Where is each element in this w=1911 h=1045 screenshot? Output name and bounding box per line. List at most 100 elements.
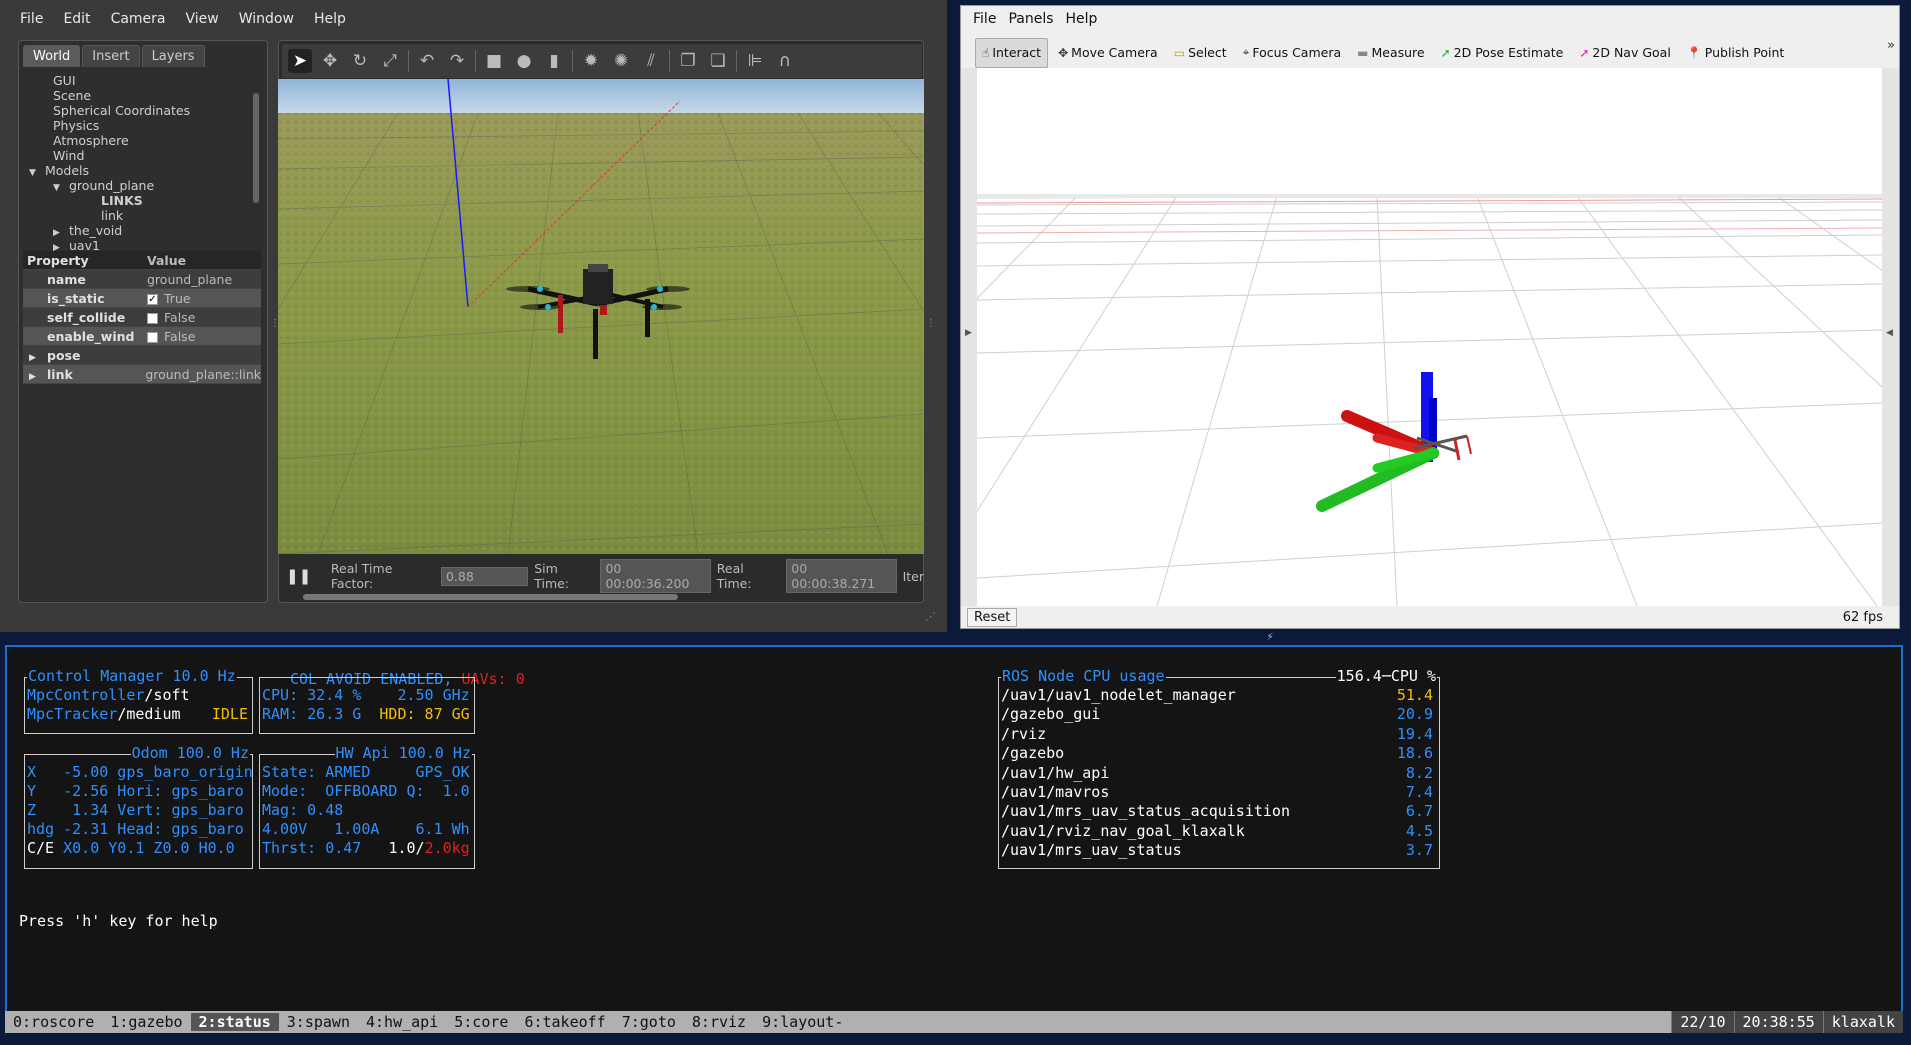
directional-light-icon[interactable]: ⫽ [639, 49, 663, 73]
rotate-icon[interactable]: ↻ [348, 49, 372, 73]
rviz-menu-help[interactable]: Help [1060, 11, 1104, 27]
reset-button[interactable]: Reset [967, 607, 1018, 627]
align-icon[interactable]: ⊫ [743, 49, 767, 73]
paste-icon[interactable]: ❏ [706, 49, 730, 73]
tmux-window[interactable]: 8:rviz [684, 1013, 754, 1031]
box-shape-icon[interactable]: ■ [482, 49, 506, 73]
ros-node-name: /rviz [1001, 724, 1047, 743]
menu-edit[interactable]: Edit [53, 11, 100, 27]
fps-label: 62 fps [1842, 609, 1883, 625]
tab-layers[interactable]: Layers [141, 45, 205, 67]
tool-label: Interact [992, 45, 1042, 60]
right-dock-collapse[interactable]: ◀ [1882, 68, 1899, 606]
tree-item[interactable]: GUI [29, 73, 261, 88]
select-arrow-icon[interactable]: ➤ [288, 49, 312, 73]
resize-grip-icon[interactable]: ⋰ [925, 610, 936, 623]
checkbox[interactable] [147, 312, 158, 324]
status-terminal[interactable]: ToF: 2:30 uav1 x500 COL AVOID ENABLED, U… [5, 645, 1903, 1033]
tmux-window[interactable]: 7:goto [614, 1013, 684, 1031]
gazebo-3d-scene[interactable] [278, 79, 924, 554]
tmux-window[interactable]: 9:layout- [754, 1013, 851, 1031]
menu-help[interactable]: Help [304, 11, 356, 27]
tree-item[interactable]: ▶ the_void [29, 223, 261, 238]
property-value: True [164, 290, 191, 306]
tmux-window[interactable]: 0:roscore [5, 1013, 102, 1031]
rviz-3d-view[interactable] [977, 68, 1882, 606]
tool-measure[interactable]: ▬ Measure [1351, 38, 1430, 68]
tree-item-label: LINKS [101, 193, 143, 208]
tmux-window[interactable]: 2:status [190, 1013, 279, 1031]
sphere-shape-icon[interactable]: ● [512, 49, 536, 73]
property-row[interactable]: self_collide False [23, 308, 261, 327]
tree-item[interactable]: Spherical Coordinates [29, 103, 261, 118]
spot-light-icon[interactable]: ✺ [609, 49, 633, 73]
tree-item[interactable]: ▼ ground_plane [29, 178, 261, 193]
redo-icon[interactable]: ↷ [445, 49, 469, 73]
tab-world[interactable]: World [23, 45, 81, 67]
tree-item[interactable]: Scene [29, 88, 261, 103]
tree-item[interactable]: ▼ Models [29, 163, 261, 178]
point-light-icon[interactable]: ✹ [579, 49, 603, 73]
pause-icon[interactable]: ❚❚ [286, 567, 311, 585]
property-row[interactable]: name ground_plane [23, 270, 261, 289]
ros-node-name: /uav1/mavros [1001, 783, 1110, 801]
rviz-window: File Panels Help ☝ Interact ✥ Move Camera ▭ Sel… [960, 5, 1900, 629]
menu-window[interactable]: Window [229, 11, 304, 27]
tree-item[interactable]: Physics [29, 118, 261, 133]
checkbox[interactable]: ✓ [147, 293, 158, 305]
tree-scrollbar[interactable] [253, 93, 259, 203]
tool-focus-camera[interactable]: ⌖ Focus Camera [1237, 38, 1348, 68]
sim-time-label: Sim Time: [534, 561, 570, 591]
tree-item[interactable]: Atmosphere [29, 133, 261, 148]
tree-item[interactable]: link [29, 208, 261, 223]
tab-insert[interactable]: Insert [82, 45, 140, 67]
rviz-menu-panels[interactable]: Panels [1002, 11, 1059, 27]
tree-item[interactable]: Wind [29, 148, 261, 163]
expanded-arrow-icon[interactable]: ▼ [53, 181, 69, 196]
tool-2d-pose-estimate[interactable]: ➚ 2D Pose Estimate [1435, 38, 1570, 68]
splitter-handle[interactable]: ⋮ [926, 318, 936, 329]
horizontal-scrollbar[interactable] [303, 594, 678, 600]
expanded-arrow-icon[interactable]: ▼ [29, 166, 45, 181]
undo-icon[interactable]: ↶ [415, 49, 439, 73]
menu-camera[interactable]: Camera [101, 11, 176, 27]
rviz-menu-file[interactable]: File [967, 11, 1002, 27]
tool-2d-nav-goal[interactable]: ➚ 2D Nav Goal [1573, 38, 1676, 68]
translate-icon[interactable]: ✥ [318, 49, 342, 73]
property-row[interactable]: ▶ link ground_plane::link [23, 365, 261, 384]
controller-gain: /soft [144, 686, 190, 704]
tmux-window[interactable]: 3:spawn [279, 1013, 358, 1031]
tool-select[interactable]: ▭ Select [1168, 38, 1233, 68]
tmux-window[interactable]: 6:takeoff [516, 1013, 613, 1031]
copy-icon[interactable]: ❐ [676, 49, 700, 73]
ros-node-name: /uav1/mrs_uav_status_acquisition [1001, 802, 1290, 821]
collapsed-arrow-icon[interactable]: ▶ [29, 372, 47, 382]
cylinder-shape-icon[interactable]: ▮ [542, 49, 566, 73]
snap-magnet-icon[interactable]: ∩ [773, 49, 797, 73]
menu-view[interactable]: View [176, 11, 229, 27]
property-row[interactable]: ▶ pose [23, 346, 261, 365]
collapsed-arrow-icon[interactable]: ▶ [29, 353, 47, 363]
tree-item-label: Wind [53, 148, 85, 163]
tool-interact[interactable]: ☝ Interact [975, 37, 1049, 68]
splitter-handle-left[interactable]: ⋮ [270, 318, 280, 329]
tool-publish-point[interactable]: 📍 Publish Point [1681, 38, 1791, 68]
tool-move-camera[interactable]: ✥ Move Camera [1052, 38, 1164, 68]
property-header-key: Property [27, 252, 89, 268]
left-dock-collapse[interactable]: ▶ [961, 68, 977, 606]
help-hint: Press 'h' key for help [19, 912, 218, 930]
move-icon: ✥ [1058, 45, 1069, 60]
tmux-window[interactable]: 1:gazebo [102, 1013, 190, 1031]
property-row[interactable]: is_static ✓ True [23, 289, 261, 308]
property-row[interactable]: enable_wind False [23, 327, 261, 346]
checkbox[interactable] [147, 331, 158, 343]
tmux-window[interactable]: 5:core [446, 1013, 516, 1031]
hw-api-box: HW Api 100.0 Hz State: ARMED GPS_OK Mode… [259, 744, 475, 869]
odom-z: Z 1.34 Vert: gps_baro [27, 801, 244, 819]
tool-label: 2D Nav Goal [1592, 45, 1671, 60]
menu-file[interactable]: File [10, 11, 53, 27]
scale-icon[interactable]: ⤢ [378, 49, 402, 73]
tmux-window[interactable]: 4:hw_api [358, 1013, 446, 1031]
toolbar-overflow-icon[interactable]: » [1887, 38, 1895, 53]
property-value: False [164, 328, 196, 344]
